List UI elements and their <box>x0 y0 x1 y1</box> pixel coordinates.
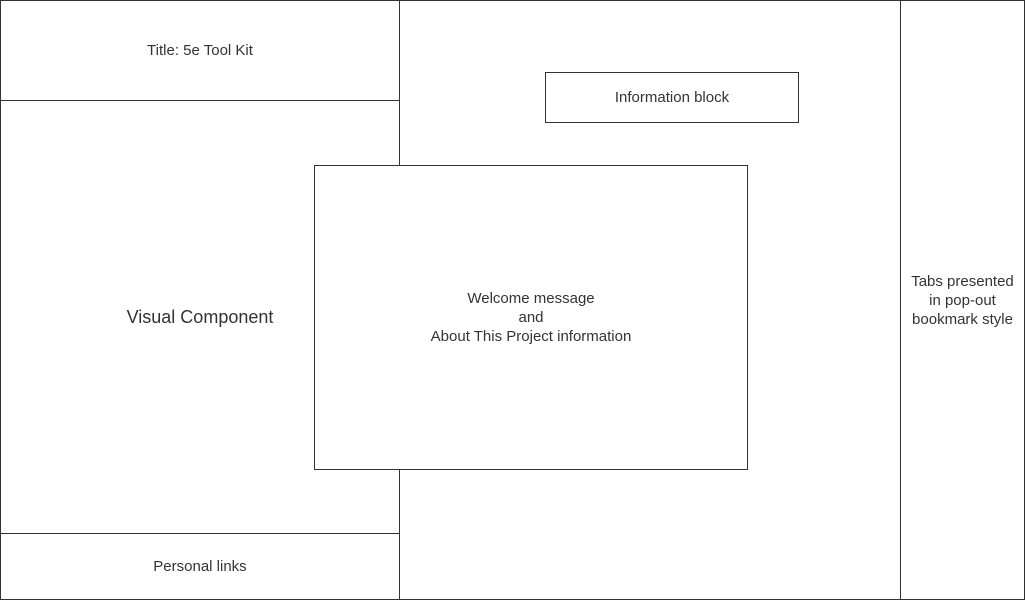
personal-links-block: Personal links <box>0 533 400 600</box>
visual-component-label: Visual Component <box>126 307 274 327</box>
information-block-label: Information block <box>614 89 730 106</box>
welcome-message-label: Welcome message and About This Project i… <box>430 290 632 345</box>
personal-links-label: Personal links <box>153 558 247 575</box>
information-block: Information block <box>545 72 799 123</box>
welcome-message-block: Welcome message and About This Project i… <box>314 165 748 470</box>
tabs-label: Tabs presented in pop-out bookmark style <box>911 272 1014 328</box>
tabs-block: Tabs presented in pop-out bookmark style <box>900 0 1025 600</box>
title-label: Title: 5e Tool Kit <box>147 42 253 59</box>
title-block: Title: 5e Tool Kit <box>0 0 400 101</box>
